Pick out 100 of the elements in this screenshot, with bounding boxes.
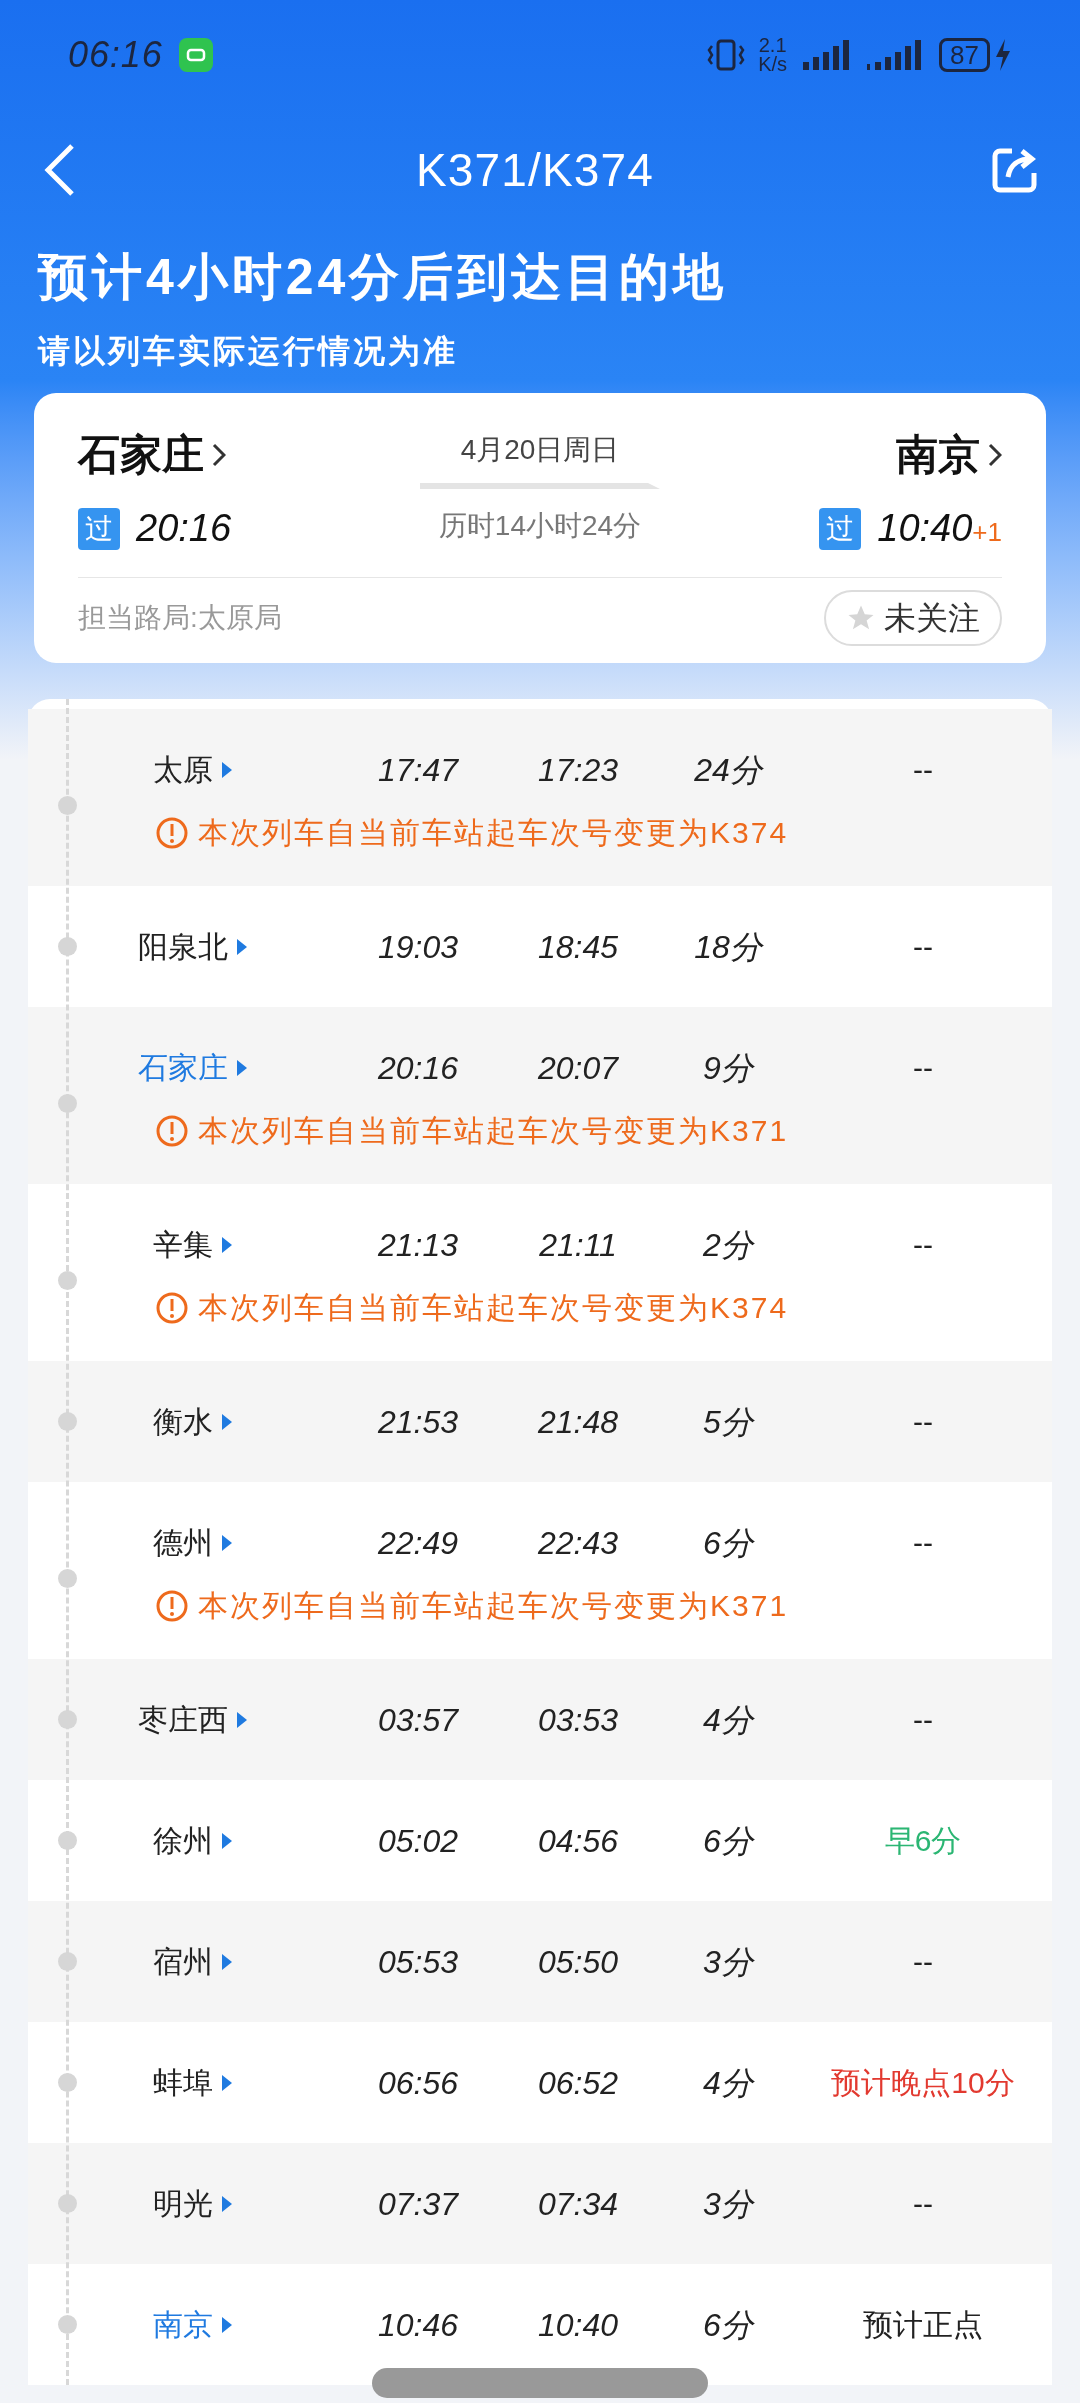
station-link[interactable]: 德州: [48, 1520, 338, 1565]
play-arrow-icon: [221, 1952, 233, 1971]
travel-date: 4月20日周日: [460, 433, 620, 467]
stop-duration: 5分: [702, 1402, 756, 1442]
play-arrow-icon: [236, 937, 248, 956]
stop-duration: 3分: [702, 2184, 756, 2224]
station-link[interactable]: 辛集: [48, 1222, 338, 1267]
arrival-time: 19:03: [376, 927, 460, 967]
network-speed-unit: K/s: [758, 55, 788, 74]
delay-status: --: [912, 929, 934, 965]
play-arrow-icon: [236, 1058, 248, 1077]
station-link[interactable]: 石家庄: [48, 1045, 338, 1090]
departure-time: 06:52: [536, 2063, 620, 2103]
departure-time: 03:53: [536, 1700, 620, 1740]
play-arrow-icon: [236, 1710, 248, 1729]
departure-time: 21:48: [536, 1402, 620, 1442]
station-link[interactable]: 枣庄西: [48, 1697, 338, 1742]
follow-button[interactable]: 未关注: [824, 590, 1002, 646]
chevron-icon: [988, 442, 1002, 467]
station-link[interactable]: 太原: [48, 747, 338, 792]
delay-status: --: [912, 1227, 934, 1263]
arrival-time: 17:47: [376, 750, 460, 790]
departure-time: 20:16: [136, 506, 232, 551]
train-title: K371/K374: [416, 142, 654, 198]
play-arrow-icon: [221, 760, 233, 779]
departure-time: 20:07: [536, 1048, 620, 1088]
charging-icon: [994, 38, 1012, 72]
departure-time: 21:11: [538, 1225, 618, 1265]
arrival-time: 07:37: [376, 2184, 460, 2224]
play-arrow-icon: [221, 2073, 233, 2092]
stop-duration: 6分: [702, 2305, 756, 2345]
arrival-time: 21:13: [376, 1225, 460, 1265]
arrival-time: 06:56: [376, 2063, 460, 2103]
departure-time: 07:34: [536, 2184, 620, 2224]
arrival-time: 10:46: [376, 2305, 460, 2345]
app-notification-icon: [178, 38, 213, 72]
arrival-time: 05:53: [376, 1942, 460, 1982]
stop-duration: 9分: [702, 1048, 756, 1088]
network-speed-value: 2.1: [758, 36, 787, 55]
arrival-estimate: 预计4小时24分后到达目的地: [38, 248, 729, 307]
station-link[interactable]: 南京: [48, 2302, 338, 2347]
passing-badge: 过: [78, 507, 120, 550]
stop-duration: 4分: [702, 2063, 756, 2103]
destination-station-link[interactable]: 南京: [896, 423, 1002, 486]
arrival-time: 20:16: [376, 1048, 460, 1088]
arrival-time: 21:53: [376, 1402, 460, 1442]
delay-status: --: [912, 752, 934, 788]
delay-status: --: [912, 1050, 934, 1086]
travel-duration: 历时14小时24分: [438, 509, 642, 543]
arrival-time: 10:40: [877, 506, 973, 551]
delay-status: --: [912, 1404, 934, 1440]
delay-status: 预计晚点10分: [830, 2065, 1016, 2101]
play-arrow-icon: [221, 1235, 233, 1254]
delay-status: --: [912, 1525, 934, 1561]
arrival-time: 05:02: [376, 1821, 460, 1861]
warning-icon: [156, 1291, 188, 1324]
station-link[interactable]: 明光: [48, 2181, 338, 2226]
notice-text: 请以列车实际运行情况为准: [38, 332, 459, 371]
battery-indicator: 87: [939, 38, 990, 72]
railway-bureau: 担当路局:太原局: [78, 601, 282, 635]
chevron-icon: [212, 442, 226, 467]
play-arrow-icon: [221, 2315, 233, 2334]
train-number-change-notice: 本次列车自当前车站起车次号变更为K371: [198, 1113, 789, 1149]
stop-duration: 18分: [693, 927, 765, 967]
origin-station-link[interactable]: 石家庄: [78, 423, 420, 486]
stop-duration: 2分: [702, 1225, 756, 1265]
stop-duration: 6分: [702, 1523, 756, 1563]
warning-icon: [156, 816, 188, 849]
vibrate-icon: [706, 38, 747, 72]
departure-time: 04:56: [536, 1821, 620, 1861]
stop-duration: 24分: [693, 750, 765, 790]
arrival-time: 22:49: [376, 1523, 460, 1563]
status-time: 06:16: [68, 33, 163, 77]
delay-status: --: [912, 2186, 934, 2222]
departure-time: 17:23: [536, 750, 620, 790]
delay-status: --: [912, 1944, 934, 1980]
station-link[interactable]: 蚌埠: [48, 2060, 338, 2105]
stop-duration: 4分: [702, 1700, 756, 1740]
station-link[interactable]: 阳泉北: [48, 924, 338, 969]
delay-status: 预计正点: [862, 2307, 984, 2343]
signal-icon: [803, 38, 852, 72]
delay-status: --: [912, 1702, 934, 1738]
train-number-change-notice: 本次列车自当前车站起车次号变更为K374: [198, 1290, 789, 1326]
warning-icon: [156, 1114, 188, 1147]
stop-duration: 3分: [702, 1942, 756, 1982]
departure-time: 18:45: [536, 927, 620, 967]
signal-icon: [867, 38, 924, 72]
departure-time: 05:50: [536, 1942, 620, 1982]
station-link[interactable]: 宿州: [48, 1939, 338, 1984]
play-arrow-icon: [221, 1412, 233, 1431]
passing-badge: 过: [819, 507, 862, 550]
day-offset: +1: [972, 517, 1002, 549]
station-link[interactable]: 衡水: [48, 1399, 338, 1444]
departure-time: 10:40: [536, 2305, 620, 2345]
arrival-time: 03:57: [376, 1700, 460, 1740]
play-arrow-icon: [221, 1533, 233, 1552]
warning-icon: [156, 1589, 188, 1622]
station-link[interactable]: 徐州: [48, 1818, 338, 1863]
play-arrow-icon: [221, 1831, 233, 1850]
train-number-change-notice: 本次列车自当前车站起车次号变更为K374: [198, 815, 789, 851]
